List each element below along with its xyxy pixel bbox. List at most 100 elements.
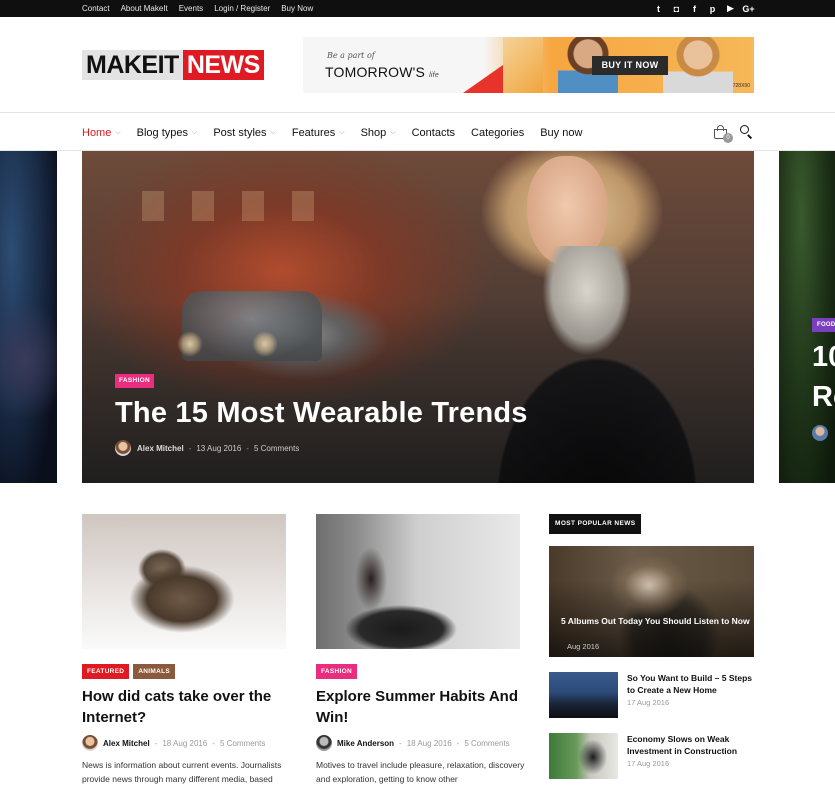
ad-headline: TOMORROW'S life [325, 64, 439, 80]
top-link-buy-now[interactable]: Buy Now [281, 4, 313, 13]
meta-separator: - [154, 738, 158, 748]
post-comments[interactable]: 5 Comments [464, 739, 509, 748]
nav-item-buy-now[interactable]: Buy now [540, 127, 582, 139]
popular-item-thumbnail[interactable] [549, 733, 618, 779]
most-popular-heading: MOST POPULAR NEWS [549, 514, 642, 534]
ad-model-image-2 [663, 37, 733, 93]
ad-size-code: 728X90 [732, 83, 750, 89]
popular-featured-overlay [549, 546, 754, 657]
chevron-down-icon: ⌵ [270, 128, 276, 136]
next-slide[interactable]: FOOD 10 Re [779, 151, 835, 483]
nav-item-shop[interactable]: Shop ⌵ [361, 127, 396, 139]
popular-item-date: 17 Aug 2016 [627, 759, 670, 768]
author-avatar[interactable] [316, 735, 332, 751]
post-meta: Alex Mitchel - 18 Aug 2016 - 5 Comments [82, 735, 286, 751]
cart-count-badge: 0 [723, 133, 733, 143]
ad-buy-button[interactable]: BUY IT NOW [592, 56, 668, 75]
top-link-login[interactable]: Login / Register [214, 4, 270, 13]
ad-banner[interactable]: Be a part of TOMORROW'S life BUY IT NOW … [303, 37, 754, 93]
meta-separator: - [212, 738, 215, 748]
top-links: Contact About MakeIt Events Login / Regi… [82, 0, 313, 17]
popular-list-item: So You Want to Build – 5 Steps to Create… [549, 672, 754, 718]
search-handle [747, 134, 753, 139]
post-excerpt: Motives to travel include pleasure, rela… [316, 760, 525, 784]
post-author[interactable]: Mike Anderson [337, 739, 394, 748]
pinterest-icon[interactable]: p [708, 4, 717, 14]
top-bar: Contact About MakeIt Events Login / Regi… [0, 0, 835, 17]
nav-item-features[interactable]: Features ⌵ [292, 127, 345, 139]
chevron-down-icon: ⌵ [115, 128, 121, 136]
youtube-icon[interactable]: ▶ [726, 3, 735, 13]
nav-item-contacts[interactable]: Contacts [412, 127, 455, 139]
popular-item-thumbnail[interactable] [549, 672, 618, 718]
post-title[interactable]: How did cats take over the Internet? [82, 686, 286, 728]
instagram-icon[interactable]: ◘ [672, 4, 681, 14]
chevron-down-icon: ⌵ [192, 128, 198, 136]
nav-item-blog-types[interactable]: Blog types ⌵ [137, 127, 198, 139]
popular-list-item: Economy Slows on Weak Investment in Cons… [549, 733, 754, 779]
hero-slide[interactable]: FASHION The 15 Most Wearable Trends Alex… [82, 151, 754, 483]
hero-comments[interactable]: 5 Comments [254, 444, 299, 453]
popular-item-date: 17 Aug 2016 [627, 698, 670, 707]
nav-item-label: Post styles [213, 126, 267, 139]
twitter-icon[interactable]: t [654, 4, 663, 14]
post-author[interactable]: Alex Mitchel [103, 739, 150, 748]
author-avatar [812, 425, 828, 441]
post-meta: Mike Anderson - 18 Aug 2016 - 5 Comments [316, 735, 520, 751]
top-link-about[interactable]: About MakeIt [121, 4, 168, 13]
ad-headline-suffix: life [429, 72, 439, 79]
post-card: FASHION Explore Summer Habits And Win! M… [316, 514, 524, 785]
nav-item-post-styles[interactable]: Post styles ⌵ [213, 127, 276, 139]
meta-separator: - [246, 443, 249, 453]
next-slide-category: FOOD [812, 318, 835, 332]
post-image-summer[interactable] [316, 514, 520, 649]
ad-headline-text: TOMORROW'S [325, 64, 426, 80]
google-plus-icon[interactable]: G+ [742, 4, 754, 14]
hero-author[interactable]: Alex Mitchel [137, 444, 184, 453]
nav-menu: Home ⌵ Blog types ⌵ Post styles ⌵ Features ⌵… [82, 113, 582, 152]
author-avatar[interactable] [115, 440, 131, 456]
site-logo[interactable]: MAKEIT NEWS [82, 50, 264, 80]
category-badge-featured[interactable]: FEATURED [82, 664, 130, 679]
ad-graphic-shape [503, 37, 543, 93]
nav-item-label: Features [291, 126, 336, 139]
post-excerpt: News is information about current events… [82, 760, 282, 784]
ad-small-text: Be a part of [327, 51, 375, 60]
popular-featured-title[interactable]: 5 Albums Out Today You Should Listen to … [561, 615, 751, 627]
top-link-contact[interactable]: Contact [82, 4, 110, 13]
popular-item-title[interactable]: So You Want to Build – 5 Steps to Create… [627, 672, 757, 696]
cart-icon[interactable]: 0 [713, 125, 733, 143]
next-slide-title-line2: Re [812, 381, 835, 413]
previous-slide[interactable] [0, 151, 57, 483]
chevron-down-icon: ⌵ [390, 128, 396, 136]
search-icon[interactable] [740, 125, 754, 139]
nav-item-label: Home [82, 126, 112, 139]
top-link-events[interactable]: Events [179, 4, 203, 13]
author-avatar[interactable] [82, 735, 98, 751]
post-comments[interactable]: 5 Comments [220, 739, 265, 748]
category-badge-fashion[interactable]: FASHION [316, 664, 357, 679]
popular-featured-post[interactable]: 5 Albums Out Today You Should Listen to … [549, 546, 754, 657]
hero-title[interactable]: The 15 Most Wearable Trends [115, 397, 528, 430]
post-image-kitten[interactable] [82, 514, 286, 649]
popular-featured-date: Aug 2016 [567, 642, 600, 651]
meta-separator: - [399, 738, 402, 748]
popular-item-title[interactable]: Economy Slows on Weak Investment in Cons… [627, 733, 757, 757]
search-ring [740, 125, 749, 134]
next-slide-title: 10 [812, 341, 835, 373]
hero-category-badge[interactable]: FASHION [115, 374, 154, 388]
previous-slide-image [0, 301, 57, 421]
nav-item-label: Blog types [136, 126, 189, 139]
nav-item-categories[interactable]: Categories [471, 127, 524, 139]
facebook-icon[interactable]: f [690, 4, 699, 14]
post-card: FEATURED ANIMALS How did cats take over … [82, 514, 286, 785]
nav-item-home[interactable]: Home ⌵ [82, 127, 121, 139]
post-date: 18 Aug 2016 [406, 738, 452, 748]
nav-item-label: Shop [360, 126, 387, 139]
meta-separator: - [456, 738, 460, 748]
category-badge-animals[interactable]: ANIMALS [133, 664, 176, 679]
main-navigation: Home ⌵ Blog types ⌵ Post styles ⌵ Features ⌵… [0, 112, 835, 151]
post-title[interactable]: Explore Summer Habits And Win! [316, 686, 520, 728]
post-date: 18 Aug 2016 [162, 738, 208, 748]
hero-gradient-overlay [82, 151, 754, 483]
